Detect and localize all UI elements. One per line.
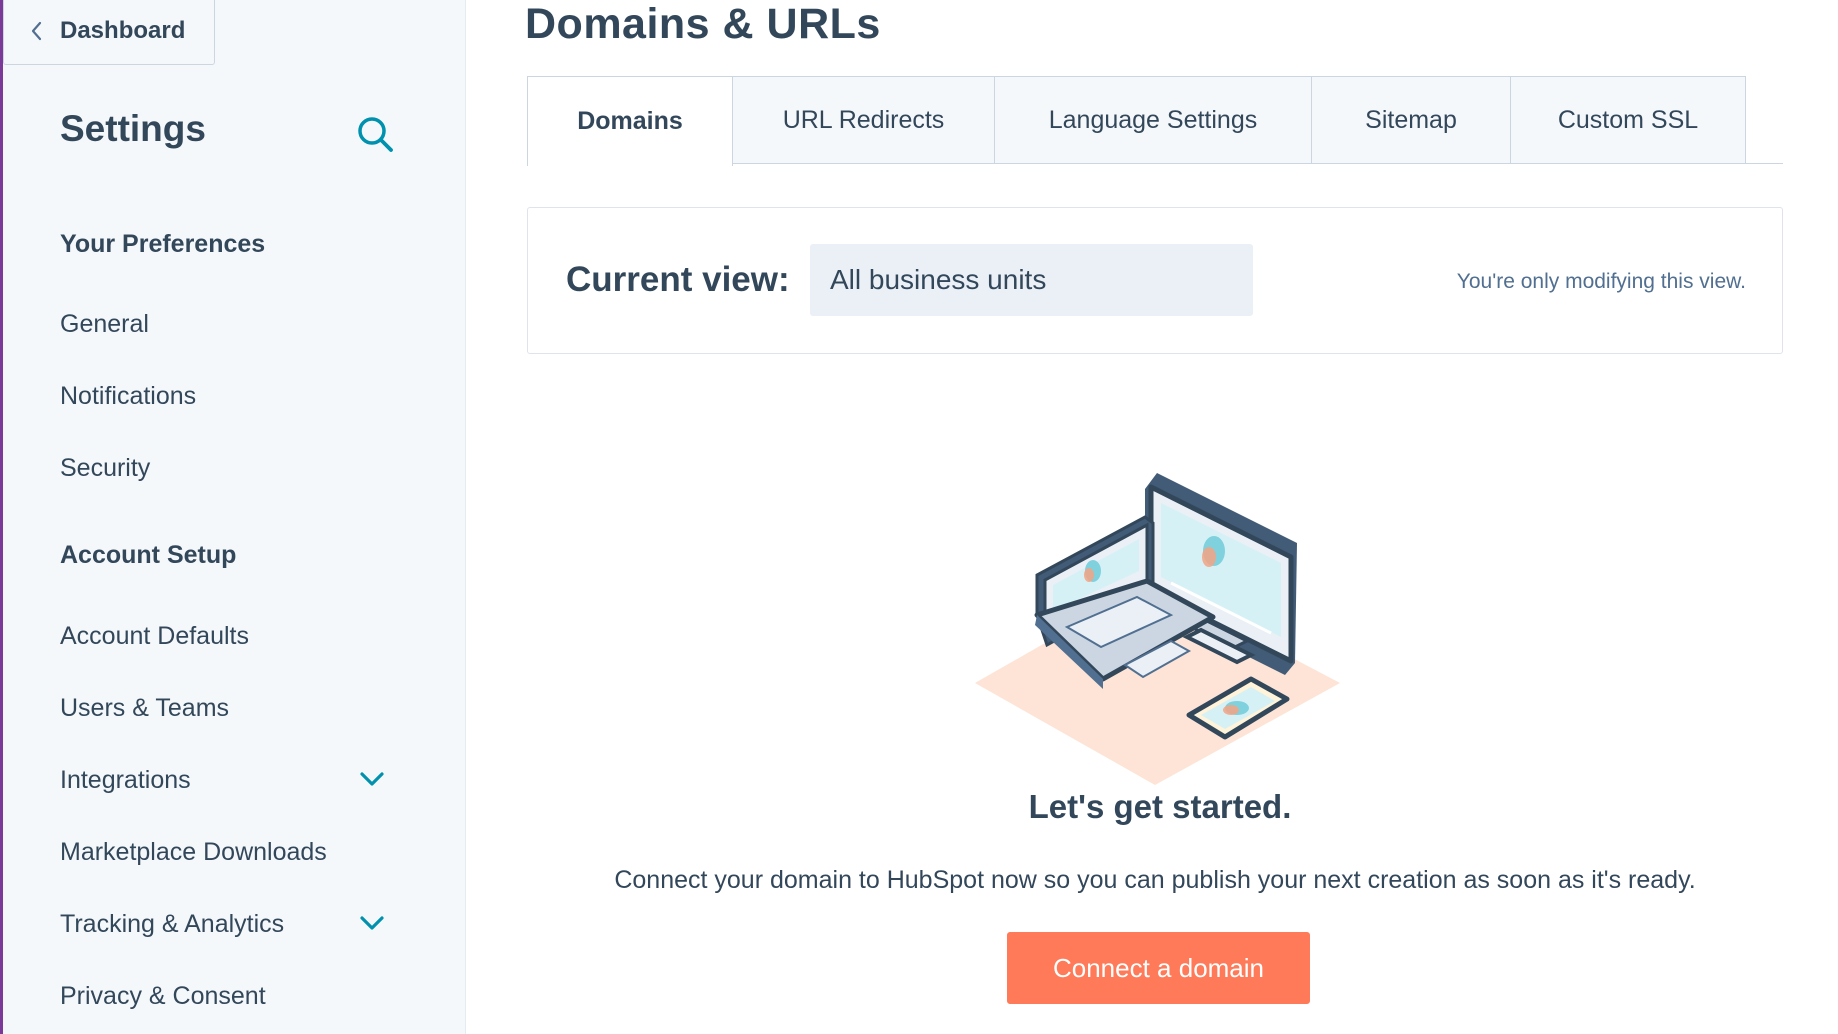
sidebar-item-account-defaults[interactable]: Account Defaults [60, 622, 249, 651]
tab-url-redirects[interactable]: URL Redirects [733, 76, 995, 164]
chevron-down-icon[interactable] [359, 770, 385, 788]
business-unit-select[interactable]: All business units [810, 244, 1253, 316]
sidebar-item-tracking-analytics[interactable]: Tracking & Analytics [60, 910, 284, 939]
section-heading-account-setup: Account Setup [60, 541, 237, 569]
settings-sidebar: Dashboard Settings Your Preferences Gene… [3, 0, 466, 1034]
sidebar-item-notifications[interactable]: Notifications [60, 382, 196, 411]
search-icon[interactable] [355, 114, 395, 154]
devices-illustration [975, 473, 1340, 785]
sidebar-item-marketplace-downloads[interactable]: Marketplace Downloads [60, 838, 327, 867]
empty-state-description: Connect your domain to HubSpot now so yo… [614, 866, 1696, 894]
tab-custom-ssl[interactable]: Custom SSL [1511, 76, 1746, 164]
tab-sitemap[interactable]: Sitemap [1312, 76, 1511, 164]
view-note: You're only modifying this view. [1456, 270, 1746, 293]
sidebar-item-privacy-consent[interactable]: Privacy & Consent [60, 982, 266, 1011]
back-to-dashboard-button[interactable]: Dashboard [3, 0, 215, 65]
tab-bar: Domains URL Redirects Language Settings … [527, 76, 1746, 166]
back-button-label: Dashboard [60, 17, 186, 44]
tab-domains[interactable]: Domains [527, 76, 733, 166]
page-title: Domains & URLs [525, 0, 881, 48]
tab-divider [1745, 163, 1783, 164]
connect-domain-button[interactable]: Connect a domain [1007, 932, 1310, 1004]
section-heading-your-preferences: Your Preferences [60, 230, 266, 258]
sidebar-item-security[interactable]: Security [60, 454, 150, 483]
sidebar-item-users-teams[interactable]: Users & Teams [60, 694, 229, 723]
current-view-label: Current view: [566, 260, 790, 299]
current-view-panel: Current view: All business units You're … [527, 207, 1783, 354]
sidebar-title: Settings [60, 108, 206, 149]
sidebar-item-general[interactable]: General [60, 310, 149, 339]
chevron-down-icon[interactable] [359, 914, 385, 932]
tab-language-settings[interactable]: Language Settings [995, 76, 1312, 164]
empty-state-title: Let's get started. [1028, 788, 1292, 825]
chevron-left-icon [31, 21, 42, 41]
